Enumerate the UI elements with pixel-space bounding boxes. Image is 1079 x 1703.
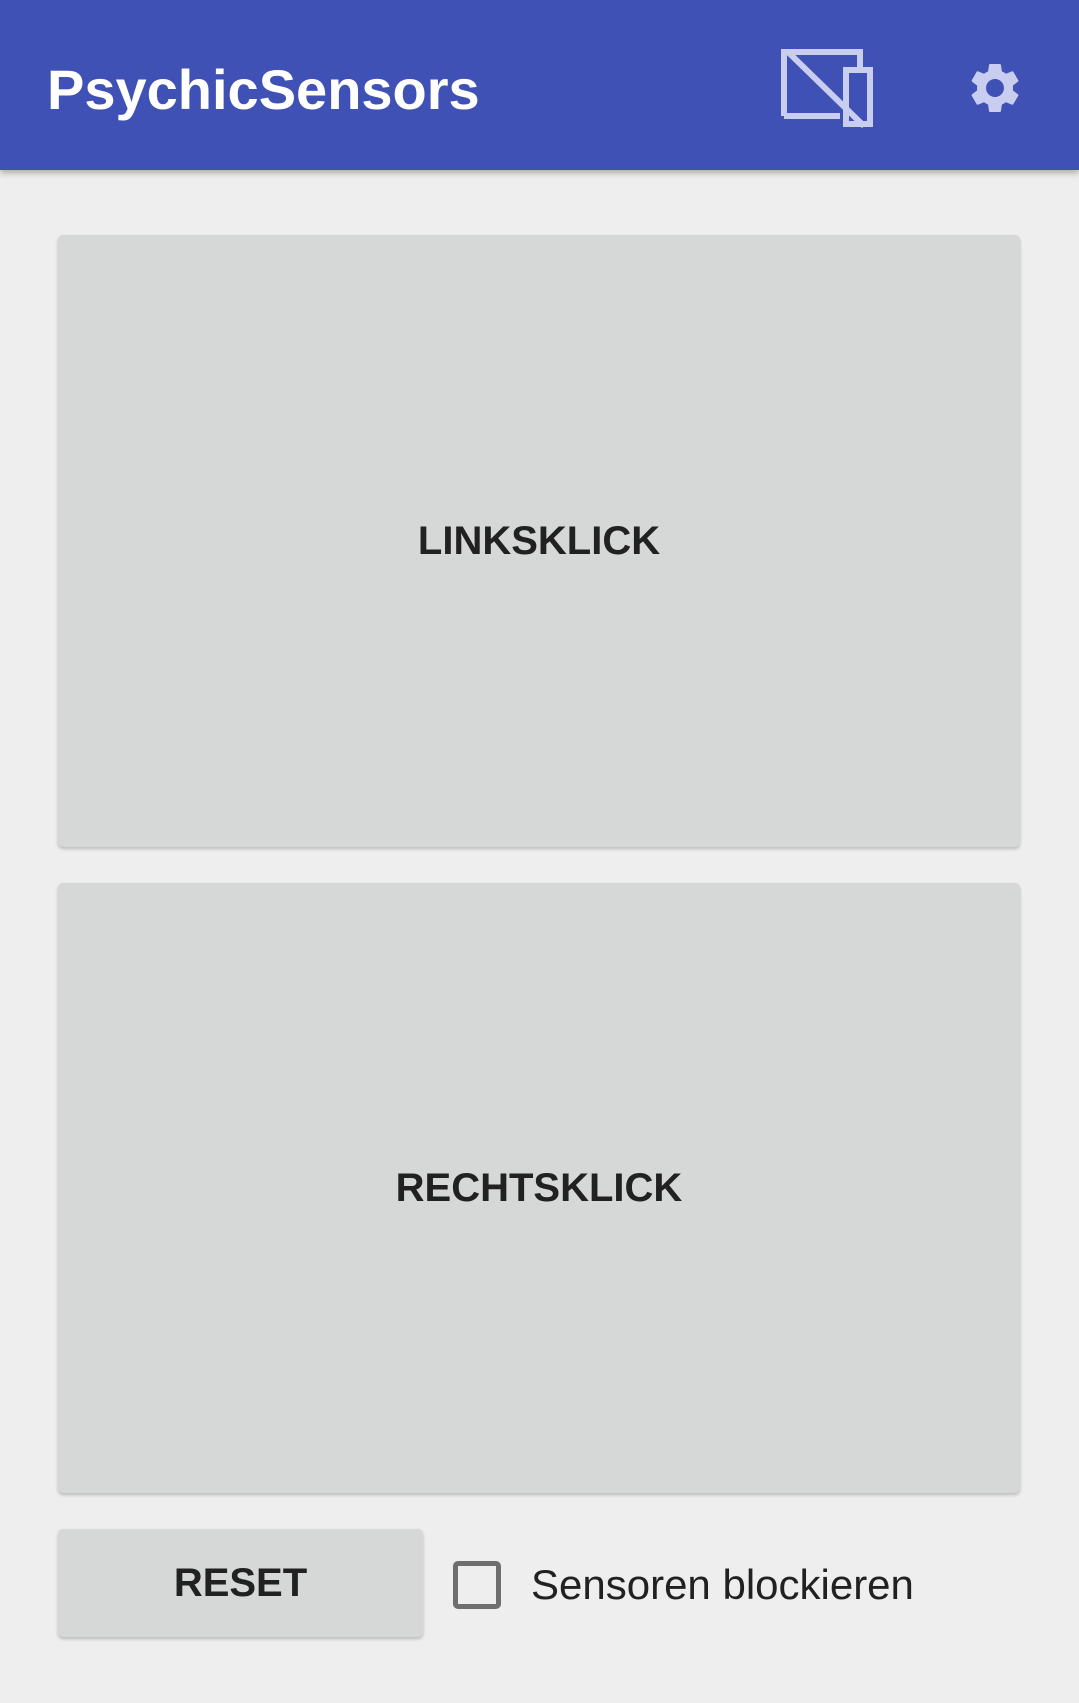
app-title: PsychicSensors (47, 58, 480, 121)
cast-off-icon (781, 49, 873, 128)
right-click-label: RECHTSKLICK (395, 1165, 683, 1210)
block-sensors-label: Sensoren blockieren (531, 1561, 914, 1608)
left-click-button[interactable]: LINKSKLICK (58, 235, 1020, 847)
settings-button[interactable] (940, 38, 1050, 138)
block-sensors-checkbox[interactable] (453, 1561, 501, 1609)
reset-label: RESET (173, 1560, 308, 1605)
left-click-label: LINKSKLICK (417, 518, 661, 563)
app-bar: PsychicSensors (0, 0, 1079, 170)
right-click-button[interactable]: RECHTSKLICK (58, 883, 1020, 1493)
cast-toggle-button[interactable] (773, 38, 883, 138)
reset-button[interactable]: RESET (58, 1529, 423, 1637)
block-sensors-checkbox-row[interactable]: Sensoren blockieren (453, 1552, 914, 1618)
gear-icon (971, 63, 1019, 112)
